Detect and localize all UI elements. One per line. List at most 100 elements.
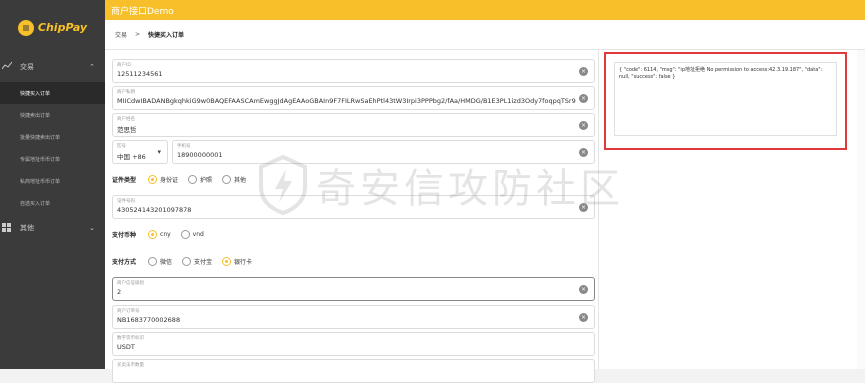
- breadcrumb-current: 快捷买入订单: [148, 32, 185, 39]
- radio-group-label: 支付方式: [112, 259, 137, 266]
- merchant-id-field[interactable]: 商户ID 12511234561 ×: [112, 59, 595, 83]
- field-value: 2: [117, 288, 122, 296]
- field-label: 证件号码: [117, 199, 135, 204]
- sidebar-group-label: 交易: [20, 63, 34, 71]
- scrollbar[interactable]: [857, 50, 865, 369]
- fiat-amount-field[interactable]: 买卖法币数量: [112, 359, 595, 383]
- merchant-name-field[interactable]: 商户姓名 范思哲 ×: [112, 113, 595, 137]
- radio-option-label: cny: [160, 231, 171, 238]
- field-value: NB1683770002688: [117, 316, 181, 324]
- id-number-field[interactable]: 证件号码 430524143201097878 ×: [112, 195, 595, 219]
- sidebar-item-label: 快捷买入订单: [20, 90, 51, 97]
- sidebar-item-label: 自选买入订单: [20, 200, 51, 207]
- sidebar-group-other[interactable]: 其他 ⌄: [0, 216, 105, 240]
- grid-icon: [2, 223, 11, 234]
- field-value: 430524143201097878: [117, 206, 192, 214]
- field-value: 12511234561: [117, 70, 163, 78]
- private-key-field[interactable]: 商户私钥 MIICdwIBADANBgkqhkiG9w0BAQEFAASCAmE…: [112, 86, 595, 110]
- radio-option-id-card[interactable]: 身份证: [148, 175, 178, 184]
- response-panel: { "code": 6114, "msg": "ip地址拒绝 No permis…: [604, 52, 847, 150]
- radio-option-cny[interactable]: cny: [148, 230, 171, 239]
- field-label: 商户订单号: [117, 309, 140, 314]
- sidebar-item-batch-sell[interactable]: 批量快捷卖出订单: [0, 126, 105, 148]
- radio-option-other[interactable]: 其他: [222, 175, 246, 184]
- column-divider: [598, 50, 599, 369]
- chippay-logo-icon: [17, 19, 34, 36]
- breadcrumb: 交易 > 快捷买入订单: [105, 20, 865, 50]
- chevron-down-icon: ⌄: [89, 224, 95, 232]
- dropdown-arrow-icon: ▾: [157, 148, 161, 156]
- currency-radio-group: 支付币种 cny vnd: [112, 230, 210, 239]
- field-label: 商户信证级别: [117, 281, 144, 286]
- radio-option-bank-card[interactable]: 银行卡: [222, 257, 252, 266]
- sidebar-item-exclusive-address[interactable]: 专属地址币币订单: [0, 148, 105, 170]
- radio-group-label: 证件类型: [112, 177, 137, 184]
- clear-icon[interactable]: ×: [579, 203, 588, 212]
- field-value: 18900000001: [177, 151, 223, 159]
- clear-icon[interactable]: ×: [579, 94, 588, 103]
- radio-option-label: 银行卡: [234, 259, 253, 266]
- field-label: 数字货币标识: [117, 336, 144, 341]
- sidebar-item-label: 快捷卖出订单: [20, 112, 51, 119]
- field-label: 手机号: [177, 144, 191, 149]
- sidebar: ChipPay 交易 ⌃ 快捷买入订单 快捷卖出订单 批量快捷卖出订单 专属地址…: [0, 0, 105, 369]
- response-output[interactable]: { "code": 6114, "msg": "ip地址拒绝 No permis…: [614, 62, 837, 136]
- radio-option-passport[interactable]: 护照: [188, 175, 212, 184]
- sidebar-item-private-address[interactable]: 私商地址币币订单: [0, 170, 105, 192]
- radio-checked-icon: [222, 257, 232, 266]
- radio-option-label: 其他: [234, 177, 247, 184]
- header: 商户接口Demo: [105, 0, 865, 20]
- radio-unchecked-icon: [188, 175, 198, 184]
- radio-unchecked-icon: [148, 257, 158, 266]
- radio-option-label: 护照: [200, 177, 213, 184]
- breadcrumb-separator: >: [135, 31, 141, 38]
- order-number-field[interactable]: 商户订单号 NB1683770002688 ×: [112, 305, 595, 329]
- chevron-up-icon: ⌃: [89, 63, 95, 71]
- radio-unchecked-icon: [180, 230, 190, 239]
- sidebar-group-trade[interactable]: 交易 ⌃: [0, 55, 105, 79]
- sidebar-group-label: 其他: [20, 224, 34, 232]
- radio-option-label: 微信: [160, 259, 173, 266]
- phone-field[interactable]: 手机号 18900000001 ×: [172, 140, 595, 164]
- brand-name: ChipPay: [37, 21, 88, 34]
- radio-option-label: 支付宝: [194, 259, 213, 266]
- radio-checked-icon: [148, 230, 158, 239]
- radio-option-label: 身份证: [160, 177, 179, 184]
- region-select[interactable]: 区号 中国 +86 ▾: [112, 140, 168, 164]
- sidebar-item-quick-buy[interactable]: 快捷买入订单: [0, 82, 105, 104]
- breadcrumb-root[interactable]: 交易: [115, 30, 127, 39]
- field-value: MIICdwIBADANBgkqhkiG9w0BAQEFAASCAmEwggJd…: [117, 97, 576, 105]
- pay-method-radio-group: 支付方式 微信 支付宝 银行卡: [112, 257, 258, 266]
- sidebar-item-custom-buy[interactable]: 自选买入订单: [0, 192, 105, 214]
- kyc-level-field[interactable]: 商户信证级别 2 ×: [112, 277, 595, 301]
- field-value: 中国 +86: [117, 153, 146, 161]
- radio-checked-icon: [148, 175, 158, 184]
- radio-unchecked-icon: [182, 257, 192, 266]
- clear-icon[interactable]: ×: [579, 285, 588, 294]
- logo: ChipPay: [0, 0, 105, 55]
- clear-icon[interactable]: ×: [579, 121, 588, 130]
- radio-option-alipay[interactable]: 支付宝: [182, 257, 212, 266]
- sidebar-item-quick-sell[interactable]: 快捷卖出订单: [0, 104, 105, 126]
- trend-icon: [1, 61, 13, 73]
- radio-option-wechat[interactable]: 微信: [148, 257, 172, 266]
- sidebar-item-label: 批量快捷卖出订单: [20, 134, 61, 141]
- field-label: 买卖法币数量: [117, 363, 144, 368]
- field-label: 商户ID: [117, 63, 131, 68]
- id-type-radio-group: 证件类型 身份证 护照 其他: [112, 175, 252, 184]
- field-value: 范思哲: [117, 126, 137, 134]
- clear-icon[interactable]: ×: [579, 67, 588, 76]
- sidebar-item-label: 私商地址币币订单: [20, 178, 61, 185]
- radio-option-label: vnd: [192, 231, 204, 238]
- clear-icon[interactable]: ×: [579, 148, 588, 157]
- sidebar-item-label: 专属地址币币订单: [20, 156, 61, 163]
- field-label: 区号: [117, 144, 126, 149]
- radio-option-vnd[interactable]: vnd: [180, 230, 204, 239]
- field-value: USDT: [117, 343, 135, 351]
- coin-symbol-field[interactable]: 数字货币标识 USDT: [112, 332, 595, 356]
- field-label: 商户私钥: [117, 90, 135, 95]
- app-title: 商户接口Demo: [111, 6, 174, 17]
- clear-icon[interactable]: ×: [579, 313, 588, 322]
- radio-group-label: 支付币种: [112, 232, 137, 239]
- field-label: 商户姓名: [117, 117, 135, 122]
